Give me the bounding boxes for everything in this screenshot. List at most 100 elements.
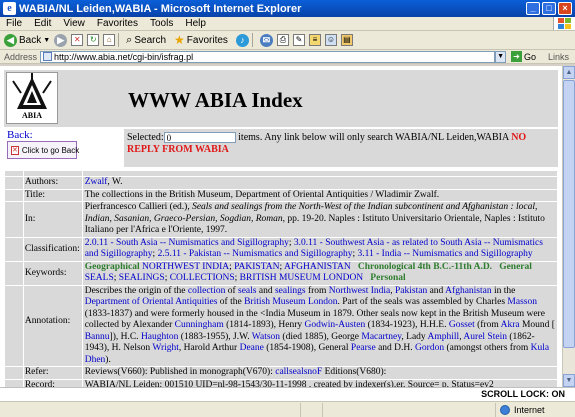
media-button[interactable]: ♪ (235, 33, 249, 47)
forward-button[interactable]: ▶ (54, 33, 68, 47)
title-value: The collections in the British Museum, D… (81, 188, 559, 202)
annotation-fragment: Describes the origin of the (84, 285, 188, 296)
annotation-link[interactable]: Northwest India (329, 286, 390, 296)
annotation-fragment: (1814-1893), Henry (223, 320, 305, 330)
annotation-fragment: from (305, 285, 329, 296)
favorites-button[interactable]: ★ Favorites (174, 33, 228, 47)
close-button[interactable]: × (558, 2, 572, 15)
vertical-scrollbar[interactable]: ▲ ▼ (562, 66, 575, 387)
refer-row: Refer: Reviews(V660): Published in monog… (4, 366, 559, 380)
annotation-link[interactable]: Godwin-Austen (305, 320, 366, 330)
internet-globe-icon (500, 404, 510, 415)
annotation-fragment: Mound [ (519, 320, 555, 330)
research-button[interactable]: ▤ (340, 34, 353, 46)
scroll-down-arrow-icon[interactable]: ▼ (563, 374, 575, 387)
keyword-link[interactable]: COLLECTIONS (170, 273, 235, 283)
annotation-link[interactable]: Akra (501, 320, 520, 330)
maximize-button[interactable]: □ (542, 2, 556, 15)
annotation-fragment: . Part of the seals was assembled by Cha… (337, 297, 508, 307)
stop-button[interactable]: ✕ (71, 34, 84, 46)
annotation-link[interactable]: Gordon (415, 343, 444, 353)
keywords-row: Keywords: Geographical NORTHWEST INDIA; … (4, 260, 559, 286)
abia-emblem-icon (12, 73, 52, 109)
menu-file[interactable]: File (0, 18, 28, 29)
annotation-link[interactable]: British Museum London (244, 297, 337, 307)
page-content: ABIA WWW ABIA Index Back: ✕ Click to go … (0, 66, 562, 387)
minimize-button[interactable]: _ (526, 2, 540, 15)
print-button[interactable]: ⎙ (276, 34, 289, 46)
menu-help[interactable]: Help (179, 18, 212, 29)
refer-link[interactable]: callsealsnoF (275, 367, 322, 377)
annotation-link[interactable]: Cunningham (175, 320, 224, 330)
go-back-label: Click to go Back (21, 145, 80, 155)
annotation-link[interactable]: Amphill (428, 332, 460, 342)
go-back-button[interactable]: ✕ Click to go Back (7, 141, 80, 159)
keyword-link[interactable]: SEALINGS (119, 273, 165, 283)
home-button[interactable]: ⌂ (103, 34, 116, 46)
classification-link[interactable]: 3.11 - India -- Numismatics and Sigillog… (357, 249, 532, 259)
menu-tools[interactable]: Tools (144, 18, 179, 29)
annotation-link[interactable]: Gosset (449, 320, 475, 330)
annotation-link[interactable]: Afghanistan (445, 286, 491, 296)
annotation-link[interactable]: Deane (240, 343, 264, 353)
keyword-link[interactable]: BRITISH MUSEUM LONDON (240, 273, 364, 283)
keyword-link[interactable]: AFGHANISTAN (284, 262, 351, 272)
annotation-link[interactable]: collection (188, 286, 225, 296)
annotation-link[interactable]: Bannu (85, 332, 110, 342)
back-link[interactable]: Back: (7, 129, 33, 141)
annotation-link[interactable]: Macartney (361, 332, 401, 342)
home-icon: ⌂ (103, 34, 116, 46)
menu-favorites[interactable]: Favorites (91, 18, 144, 29)
annotation-link[interactable]: seals (238, 286, 256, 296)
annotation-fragment: ]), H.C. (109, 331, 141, 342)
annotation-link[interactable]: Watson (252, 332, 280, 342)
annotation-link[interactable]: Haughton (141, 332, 178, 342)
annotation-link[interactable]: sealings (275, 286, 306, 296)
refresh-button[interactable]: ↻ (87, 34, 100, 46)
keyword-link[interactable]: PAKISTAN (234, 262, 279, 272)
menu-edit[interactable]: Edit (28, 18, 57, 29)
annotation-link[interactable]: Department of Oriental Antiquities (85, 297, 218, 307)
annotation-link[interactable]: Pakistan (395, 286, 427, 296)
search-button[interactable]: ⌕ Search (126, 34, 166, 47)
messenger-button[interactable]: ☺ (324, 34, 337, 46)
classification-link[interactable]: 2.0.11 - South Asia -- Numismatics and S… (85, 238, 289, 248)
selected-label: Selected: (127, 132, 164, 143)
media-icon: ♪ (235, 33, 249, 47)
classification-link[interactable]: 2.5.11 - Pakistan -- Numismatics and Sig… (158, 249, 353, 259)
author-link[interactable]: Zwalf (85, 177, 108, 187)
mail-button[interactable]: ✉ (259, 33, 273, 47)
back-toolbar-button[interactable]: ◀ Back (4, 33, 41, 47)
edit-button[interactable]: ✎ (292, 34, 305, 46)
annotation-label: Annotation: (22, 284, 83, 367)
menu-view[interactable]: View (57, 18, 91, 29)
title-label: Title: (22, 188, 83, 202)
annotation-link[interactable]: Aurel Stein (463, 332, 507, 342)
classification-row: Classification: 2.0.11 - South Asia -- N… (4, 236, 559, 262)
links-button[interactable]: Links (548, 52, 569, 62)
scrollbar-thumb[interactable] (563, 80, 575, 348)
annotation-link[interactable]: Wright (152, 343, 179, 353)
scroll-up-arrow-icon[interactable]: ▲ (563, 66, 575, 79)
page-header: ABIA WWW ABIA Index (4, 70, 558, 127)
refer-label: Refer: (22, 366, 83, 380)
toolbar-divider (251, 33, 253, 47)
selected-count-input[interactable] (163, 132, 236, 144)
selection-info: items. Any link below will only search W… (238, 132, 509, 143)
discuss-button[interactable]: ≡ (308, 34, 321, 46)
address-input[interactable]: http://www.abia.net/cgi-bin/isfrag.pl (40, 50, 496, 63)
keyword-general-label: General (499, 261, 532, 272)
record-row: Record: WABIA/NL Leiden: 001510 UID=nl-9… (4, 378, 559, 387)
annotation-fragment: (amongst others from (444, 343, 531, 353)
address-dropdown-button[interactable]: ▼ (495, 50, 507, 63)
title-bar: e WABIA/NL Leiden,WABIA - Microsoft Inte… (0, 0, 575, 17)
keyword-link[interactable]: SEALS (85, 273, 114, 283)
back-dropdown[interactable]: ▼ (43, 37, 50, 44)
annotation-link[interactable]: Pearse (351, 343, 376, 353)
annotation-link[interactable]: Masson (507, 297, 537, 307)
authors-row: Authors: Zwalf, W. (4, 176, 559, 190)
selection-panel: Selected: items. Any link below will onl… (124, 129, 558, 167)
go-button[interactable]: ➜ Go (511, 51, 536, 62)
refresh-icon: ↻ (87, 34, 100, 46)
keyword-link[interactable]: NORTHWEST INDIA (142, 262, 229, 272)
